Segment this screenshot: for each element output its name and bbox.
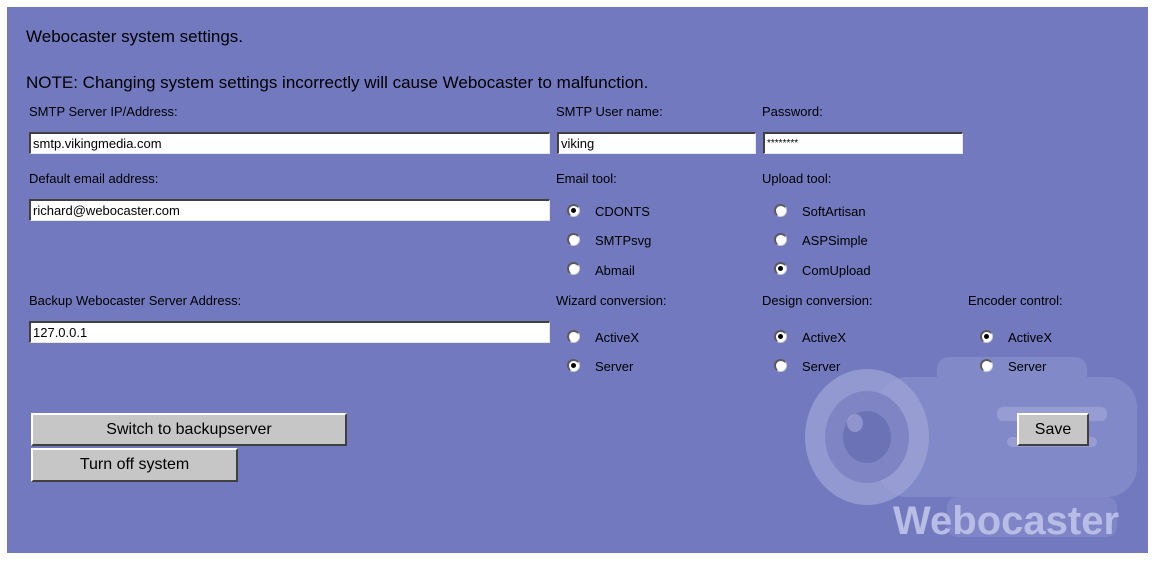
email-tool-option-label: Abmail xyxy=(595,263,635,278)
design-server-radio[interactable] xyxy=(774,359,787,372)
warning-note: NOTE: Changing system settings incorrect… xyxy=(26,73,649,92)
design-conversion-label: Design conversion: xyxy=(762,293,873,308)
email-tool-label: Email tool: xyxy=(556,171,617,186)
upload-tool-label: Upload tool: xyxy=(762,171,832,186)
password-input[interactable] xyxy=(763,132,963,154)
encoder-option-label: Server xyxy=(1008,359,1047,374)
password-label: Password: xyxy=(762,104,823,119)
encoder-option-label: ActiveX xyxy=(1008,330,1053,345)
upload-tool-aspsimple-radio[interactable] xyxy=(774,233,787,246)
encoder-server-radio[interactable] xyxy=(980,359,993,372)
backup-server-input[interactable] xyxy=(29,321,550,343)
wizard-server-radio[interactable] xyxy=(567,359,580,372)
email-tool-option-label: SMTPsvg xyxy=(595,233,652,248)
smtp-server-input[interactable] xyxy=(29,132,550,154)
design-activex-radio[interactable] xyxy=(774,330,787,343)
email-tool-cdonts-radio[interactable] xyxy=(567,204,580,217)
encoder-activex-radio[interactable] xyxy=(980,330,993,343)
default-email-label: Default email address: xyxy=(29,171,159,186)
design-option-label: ActiveX xyxy=(802,330,847,345)
smtp-user-input[interactable] xyxy=(557,132,756,154)
upload-tool-option-label: ASPSimple xyxy=(802,233,868,248)
wizard-activex-radio[interactable] xyxy=(567,330,580,343)
smtp-server-label: SMTP Server IP/Address: xyxy=(29,104,178,119)
encoder-control-label: Encoder control: xyxy=(968,293,1063,308)
upload-tool-comupload-radio[interactable] xyxy=(774,262,787,275)
backup-server-label: Backup Webocaster Server Address: xyxy=(29,293,242,308)
settings-panel: Webocaster system settings. NOTE: Changi… xyxy=(7,7,1148,553)
email-tool-option-label: CDONTS xyxy=(595,204,650,219)
page-title: Webocaster system settings. xyxy=(26,27,243,46)
upload-tool-option-label: SoftArtisan xyxy=(802,204,866,219)
turn-off-system-button[interactable]: Turn off system xyxy=(31,448,238,482)
switch-to-backup-button[interactable]: Switch to backupserver xyxy=(31,413,347,446)
wizard-option-label: Server xyxy=(595,359,634,374)
webocaster-logo: Webocaster xyxy=(893,499,1120,543)
design-option-label: Server xyxy=(802,359,841,374)
wizard-conversion-label: Wizard conversion: xyxy=(556,293,667,308)
wizard-option-label: ActiveX xyxy=(595,330,640,345)
save-button[interactable]: Save xyxy=(1017,413,1089,446)
default-email-input[interactable] xyxy=(29,199,550,221)
smtp-user-label: SMTP User name: xyxy=(556,104,663,119)
upload-tool-softartisan-radio[interactable] xyxy=(774,204,787,217)
upload-tool-option-label: ComUpload xyxy=(802,263,871,278)
email-tool-smtpsvg-radio[interactable] xyxy=(567,233,580,246)
email-tool-abmail-radio[interactable] xyxy=(567,262,580,275)
